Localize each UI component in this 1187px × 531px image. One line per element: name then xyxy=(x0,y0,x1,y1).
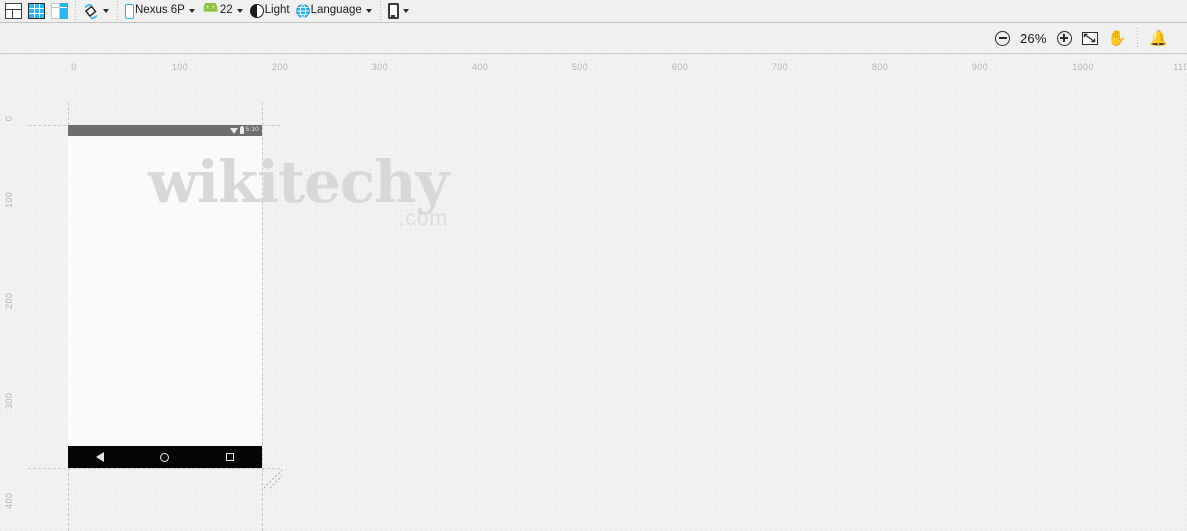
ruler-tick: 110 xyxy=(1173,62,1187,72)
editor-toolbar: Nexus 6P 22 Light Language xyxy=(0,0,1187,23)
ruler-tick: 0 xyxy=(4,115,14,122)
globe-icon xyxy=(295,4,310,18)
blueprint-view-icon xyxy=(28,3,45,19)
view-mode-blueprint-button[interactable] xyxy=(25,1,48,22)
back-triangle-icon[interactable] xyxy=(96,452,105,462)
theme-dropdown[interactable]: Light xyxy=(247,1,293,22)
zoom-out-button[interactable] xyxy=(990,26,1015,50)
zoom-out-icon xyxy=(995,30,1010,46)
vertical-ruler: 0 100 200 300 400 xyxy=(0,54,28,531)
ruler-tick: 300 xyxy=(4,392,14,409)
ruler-tick: 700 xyxy=(771,62,789,72)
chevron-down-icon xyxy=(402,9,409,13)
ruler-tick: 800 xyxy=(871,62,889,72)
chevron-down-icon xyxy=(103,9,109,13)
zoom-toolbar-divider xyxy=(1137,28,1139,48)
horizontal-ruler: 0 100 200 300 400 500 600 700 800 900 10… xyxy=(0,54,1187,80)
ruler-tick: 900 xyxy=(971,62,989,72)
theme-contrast-icon xyxy=(249,4,264,18)
guide-right xyxy=(262,102,263,531)
recents-square-icon[interactable] xyxy=(225,453,234,461)
language-label: Language xyxy=(310,4,362,17)
zoom-level-label: 26% xyxy=(1020,30,1047,46)
pan-hand-icon: ✋ xyxy=(1107,29,1127,47)
language-dropdown[interactable]: Language xyxy=(293,1,376,22)
toolbar-divider xyxy=(379,0,381,22)
ruler-tick: 300 xyxy=(371,62,389,72)
resize-handle[interactable] xyxy=(262,468,284,490)
ruler-tick: 200 xyxy=(271,62,289,72)
ruler-tick: 100 xyxy=(4,191,14,208)
bell-icon: 🔔 xyxy=(1149,29,1168,47)
device-phone-icon xyxy=(387,3,399,19)
theme-label: Light xyxy=(264,4,290,17)
rotate-orientation-icon xyxy=(83,3,99,19)
zoom-in-icon xyxy=(1056,30,1072,46)
api-level-dropdown[interactable]: 22 xyxy=(199,1,247,22)
status-bar-time: 5:10 xyxy=(245,126,259,134)
fit-to-screen-button[interactable] xyxy=(1077,26,1103,50)
device-config-dropdown[interactable] xyxy=(385,1,413,22)
home-circle-icon[interactable] xyxy=(160,452,170,462)
ruler-tick: 0 xyxy=(71,62,77,72)
ruler-tick: 400 xyxy=(4,492,14,509)
ruler-tick: 500 xyxy=(571,62,589,72)
toolbar-divider xyxy=(75,0,76,22)
guide-bottom xyxy=(28,468,280,469)
android-robot-icon xyxy=(202,1,219,20)
zoom-in-button[interactable] xyxy=(1052,26,1077,50)
notifications-button[interactable]: 🔔 xyxy=(1144,26,1173,50)
device-label: Nexus 6P xyxy=(135,4,185,17)
chevron-down-icon xyxy=(236,9,243,13)
device-preview[interactable]: 5:10 xyxy=(68,125,262,468)
device-status-bar: 5:10 xyxy=(68,125,262,136)
chevron-down-icon xyxy=(188,9,195,13)
view-mode-both-button[interactable] xyxy=(48,1,71,22)
design-view-icon xyxy=(5,3,22,19)
ruler-tick: 400 xyxy=(471,62,489,72)
device-navigation-bar xyxy=(68,446,262,468)
chevron-down-icon xyxy=(365,9,372,13)
api-level-label: 22 xyxy=(219,4,233,17)
ruler-tick: 600 xyxy=(671,62,689,72)
phone-icon xyxy=(125,3,134,19)
battery-icon xyxy=(239,125,244,134)
wifi-signal-icon xyxy=(229,127,238,134)
both-view-icon xyxy=(51,3,68,19)
orientation-dropdown[interactable] xyxy=(80,1,113,22)
fit-to-screen-icon xyxy=(1081,31,1098,45)
zoom-toolbar: 26% ✋ 🔔 xyxy=(0,23,1187,54)
pan-tool-button[interactable]: ✋ xyxy=(1103,26,1132,50)
view-mode-design-button[interactable] xyxy=(2,1,25,22)
toolbar-divider xyxy=(117,0,118,22)
device-dropdown[interactable]: Nexus 6P xyxy=(122,1,199,22)
ruler-tick: 1000 xyxy=(1072,62,1094,72)
ruler-tick: 100 xyxy=(171,62,189,72)
ruler-tick: 200 xyxy=(4,292,14,309)
layout-canvas[interactable]: 0 100 200 300 400 500 600 700 800 900 10… xyxy=(0,54,1187,531)
